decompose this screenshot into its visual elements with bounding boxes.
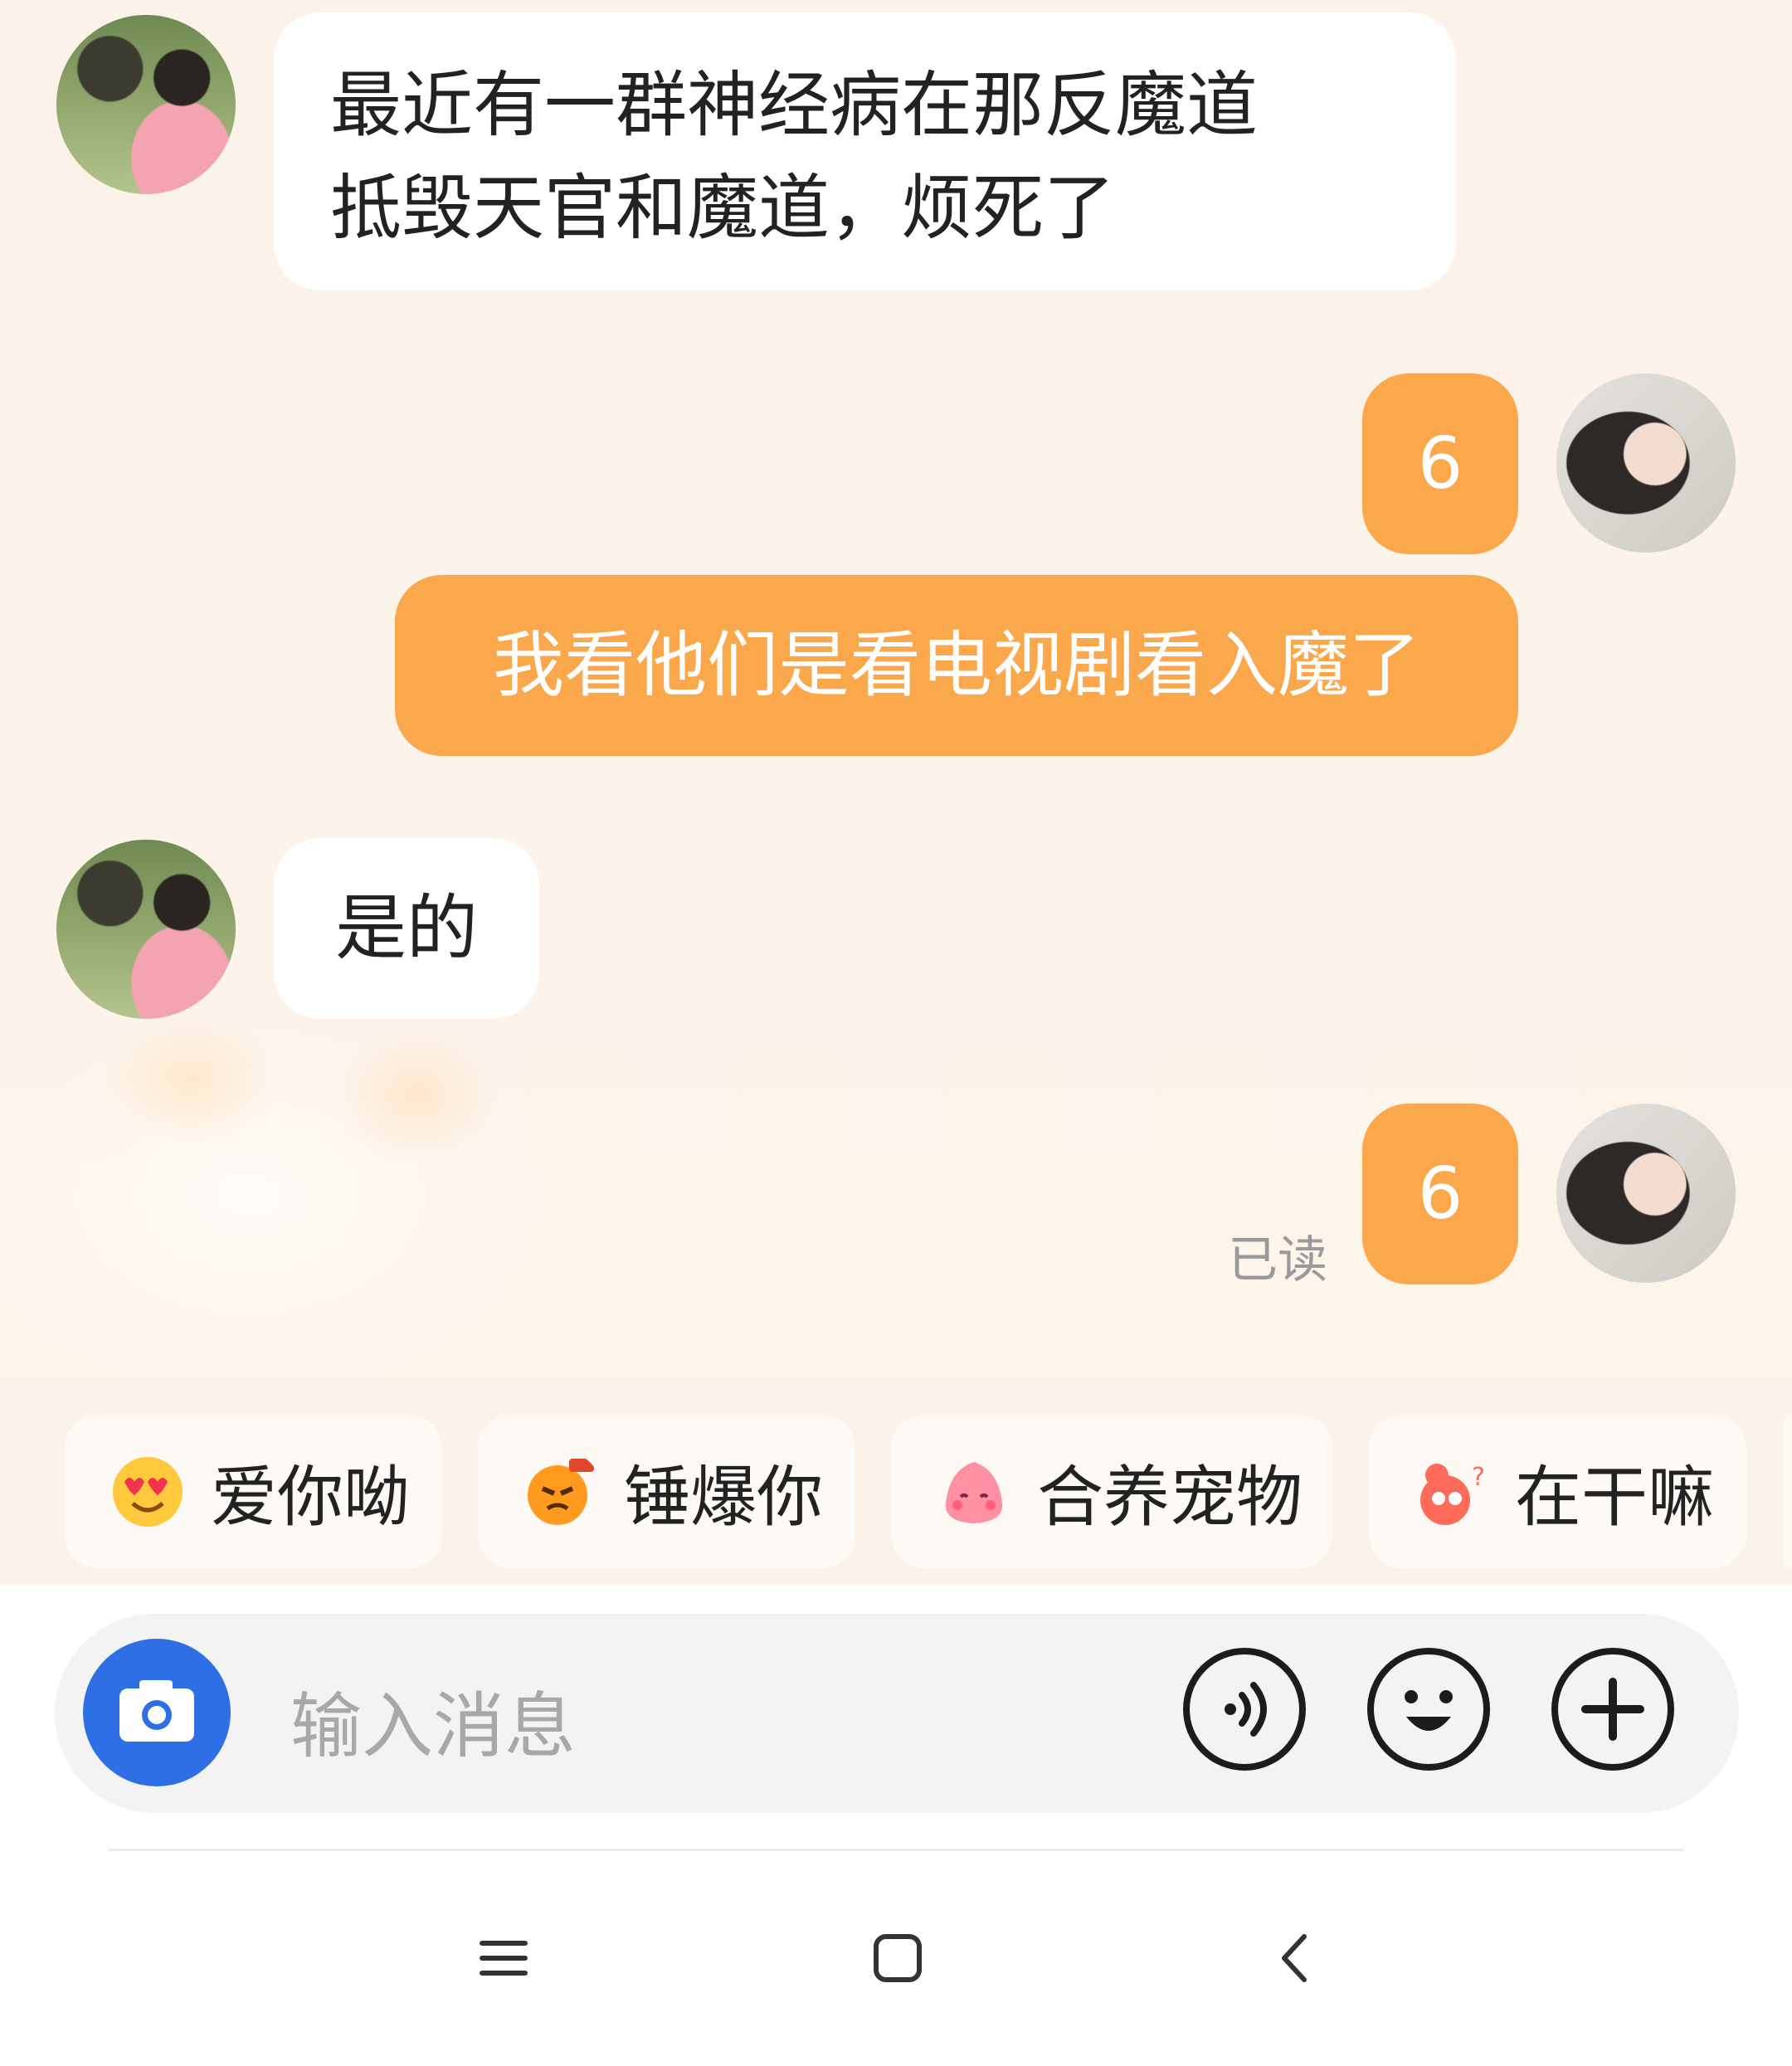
quick-reply-pet[interactable]: 合养宠物 [891, 1415, 1332, 1568]
message-input[interactable]: 输入消息 [290, 1668, 576, 1771]
divider [108, 1849, 1684, 1851]
camera-icon [119, 1680, 194, 1742]
contact-avatar[interactable] [56, 840, 236, 1019]
message-bubble-outgoing[interactable]: 6 [1362, 1104, 1518, 1284]
message-bubble-outgoing[interactable]: 6 [1362, 373, 1518, 554]
read-status: 已读 [1228, 1231, 1327, 1289]
heart-eyes-emoji-icon [113, 1456, 183, 1527]
pink-pet-icon [945, 1461, 1003, 1523]
message-text: 6 [1417, 422, 1463, 505]
quick-reply-overflow[interactable] [1784, 1415, 1792, 1568]
smiley-icon[interactable] [1366, 1647, 1491, 1771]
message-bubble-incoming[interactable]: 最近有一群神经病在那反魔道 抵毁天官和魔道，烦死了 [274, 12, 1456, 290]
quick-reply-hammer[interactable]: 锤爆你 [478, 1415, 855, 1568]
quick-reply-doing[interactable]: ? 在干嘛 [1369, 1415, 1746, 1568]
message-text: 抵毁天官和魔道，烦死了 [330, 167, 1115, 250]
plus-icon[interactable] [1551, 1647, 1675, 1771]
quick-reply-love[interactable]: 爱你呦 [65, 1415, 442, 1568]
menu-icon[interactable] [470, 1925, 537, 1991]
voice-icon[interactable] [1182, 1647, 1307, 1771]
angry-hammer-emoji-icon [528, 1458, 594, 1525]
back-icon[interactable] [1263, 1925, 1329, 1991]
background-decoration [0, 979, 564, 1377]
background-decoration [332, 1029, 498, 1162]
camera-button[interactable] [83, 1639, 231, 1786]
home-icon[interactable] [864, 1925, 931, 1991]
quick-reply-label: 在干嘛 [1515, 1458, 1714, 1536]
my-avatar[interactable] [1556, 373, 1736, 553]
quick-reply-label: 锤爆你 [624, 1458, 823, 1536]
message-bubble-incoming[interactable]: 是的 [274, 838, 539, 1019]
message-bubble-outgoing[interactable]: 我看他们是看电视剧看入魔了 [395, 575, 1518, 756]
contact-avatar[interactable] [56, 15, 236, 194]
my-avatar[interactable] [1556, 1104, 1736, 1283]
message-text: 6 [1417, 1152, 1463, 1235]
background-decoration [100, 1012, 282, 1145]
svg-text:?: ? [1472, 1463, 1485, 1492]
curious-mascot-icon: ? [1420, 1463, 1485, 1525]
message-text: 是的 [335, 887, 478, 970]
message-text: 最近有一群神经病在那反魔道 [330, 64, 1258, 147]
quick-reply-label: 合养宠物 [1037, 1458, 1303, 1536]
message-text: 我看他们是看电视剧看入魔了 [493, 624, 1420, 707]
quick-reply-label: 爱你呦 [211, 1458, 410, 1536]
